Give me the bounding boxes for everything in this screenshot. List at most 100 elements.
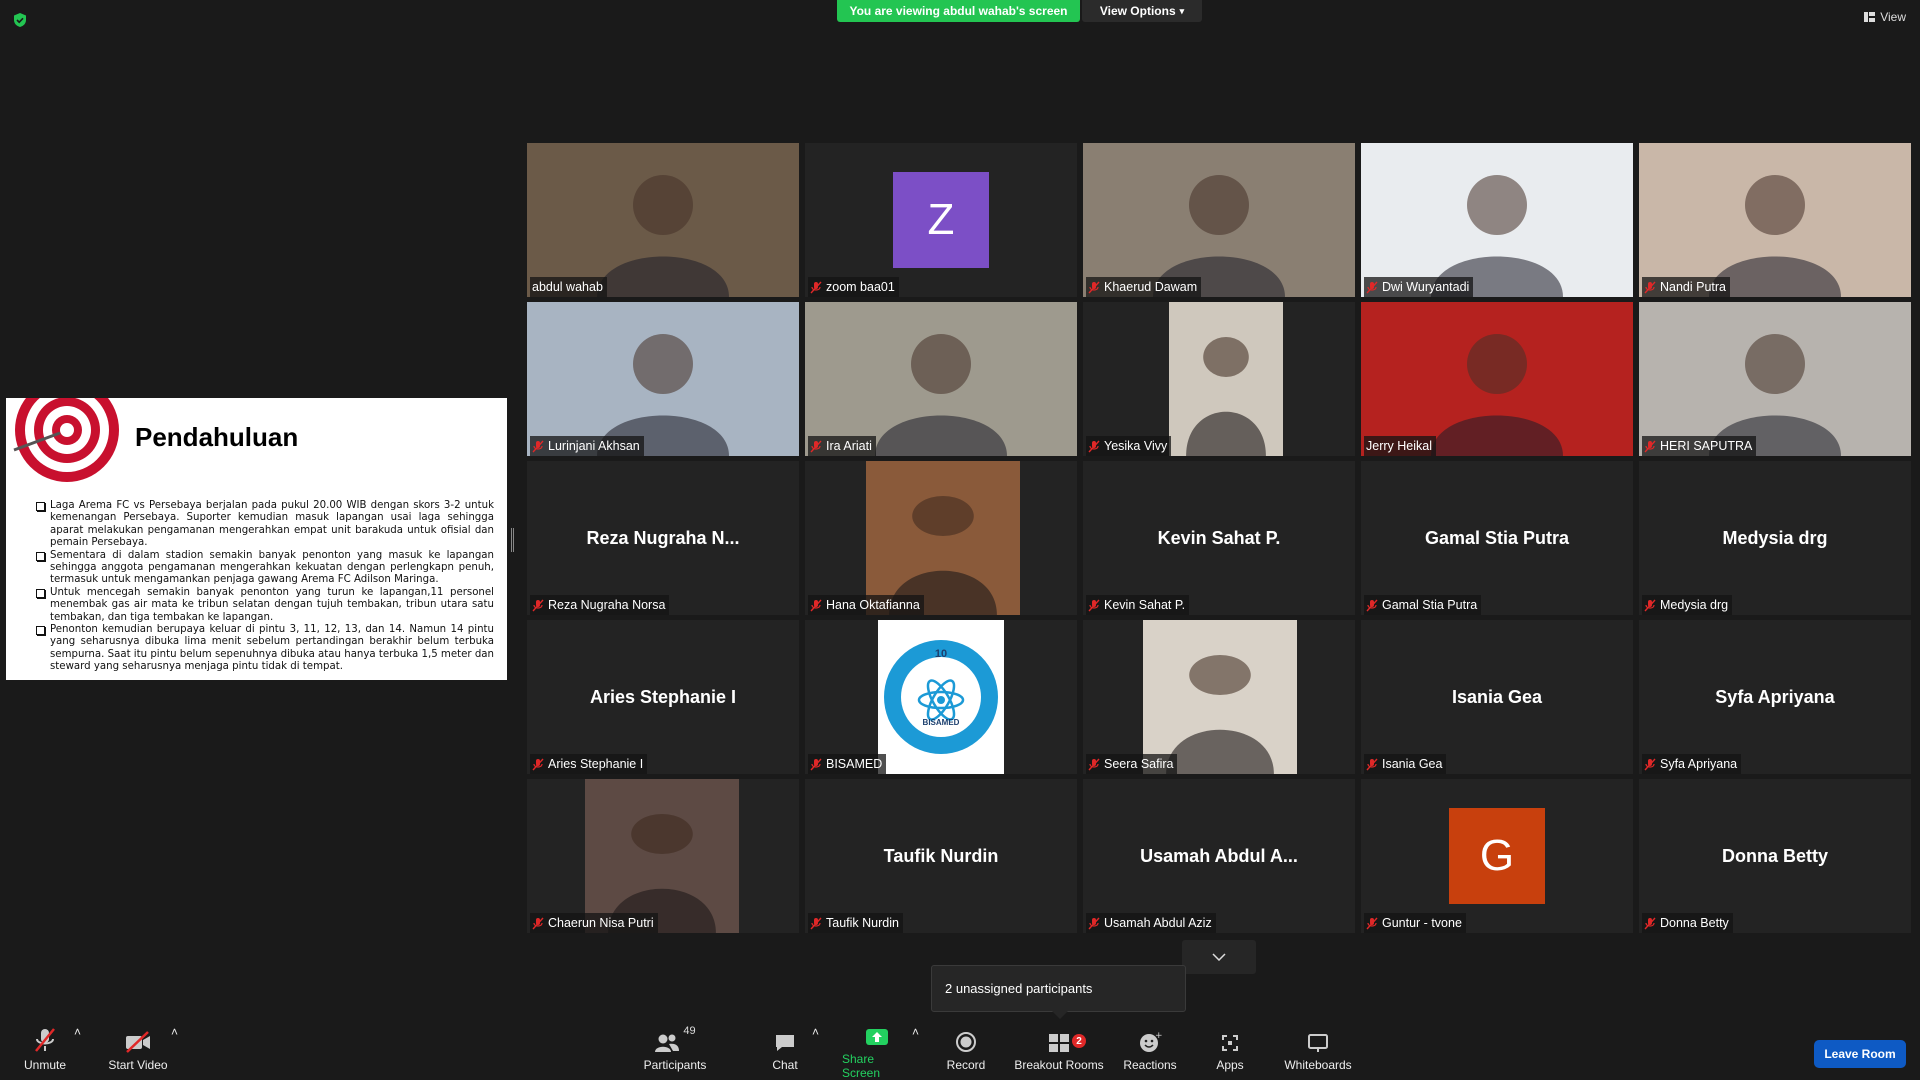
share-options-caret[interactable]: ˄ <box>912 1025 919 1080</box>
collapse-gallery-button[interactable] <box>1182 940 1256 974</box>
participant-display-name: Medysia drg <box>1722 527 1828 548</box>
participant-photo <box>866 461 1020 615</box>
participant-display-name: Reza Nugraha N... <box>586 527 740 548</box>
breakout-rooms-button[interactable]: 2 Breakout Rooms <box>1014 1025 1104 1080</box>
participant-tile[interactable]: Kevin Sahat P. Kevin Sahat P. <box>1083 461 1355 615</box>
participant-name-label: Reza Nugraha Norsa <box>530 595 670 615</box>
chat-icon <box>776 1035 794 1051</box>
participant-tile[interactable]: Syfa Apriyana Syfa Apriyana <box>1639 620 1911 774</box>
participant-name-label: Donna Betty <box>1642 913 1733 933</box>
participant-name: Ira Ariati <box>826 439 872 453</box>
participant-tile[interactable]: HERI SAPUTRA <box>1639 302 1911 456</box>
participant-display-name: Gamal Stia Putra <box>1424 527 1570 548</box>
participant-tile[interactable]: Nandi Putra <box>1639 143 1911 297</box>
participant-name-label: Guntur - tvone <box>1364 913 1466 933</box>
participant-tile[interactable]: Usamah Abdul A... Usamah Abdul Aziz <box>1083 779 1355 933</box>
participant-name-label: Kevin Sahat P. <box>1086 595 1190 615</box>
participant-tile[interactable]: Hana Oktafianna <box>805 461 1077 615</box>
view-label: View <box>1880 10 1906 24</box>
unassigned-participants-tooltip[interactable]: 2 unassigned participants <box>931 965 1186 1019</box>
reactions-button[interactable]: + Reactions <box>1122 1025 1178 1080</box>
participant-tile[interactable]: Ira Ariati <box>805 302 1077 456</box>
participant-video <box>805 302 1077 456</box>
participant-tile[interactable]: Aries Stephanie I Aries Stephanie I <box>527 620 799 774</box>
participant-tile[interactable]: Isania Gea Isania Gea <box>1361 620 1633 774</box>
participant-display-name: Aries Stephanie I <box>589 686 737 707</box>
audio-options-caret[interactable]: ˄ <box>74 1025 81 1080</box>
participant-video <box>1639 302 1911 456</box>
participants-button[interactable]: 49 Participants <box>640 1025 710 1080</box>
mic-muted-icon <box>1644 599 1656 611</box>
participant-tile[interactable]: Taufik Nurdin Taufik Nurdin <box>805 779 1077 933</box>
participant-tile[interactable]: Chaerun Nisa Putri <box>527 779 799 933</box>
participant-tile[interactable]: abdul wahab <box>527 143 799 297</box>
participant-name-label: Taufik Nurdin <box>808 913 903 933</box>
participant-tile[interactable]: Yesika Vivy <box>1083 302 1355 456</box>
slide-bullet: Untuk mencegah semakin banyak penonton y… <box>36 587 494 624</box>
participant-name: BISAMED <box>826 757 883 771</box>
participant-tile[interactable]: 10 BISAMED BISAMED <box>805 620 1077 774</box>
person-silhouette-icon <box>608 814 716 933</box>
chat-button[interactable]: Chat <box>770 1025 800 1080</box>
participant-video <box>1083 143 1355 297</box>
mic-muted-icon <box>810 281 822 293</box>
participant-tile[interactable]: Khaerud Dawam <box>1083 143 1355 297</box>
participant-name: Yesika Vivy <box>1104 439 1168 453</box>
start-video-button[interactable]: Start Video <box>106 1025 170 1080</box>
whiteboards-button[interactable]: Whiteboards <box>1282 1025 1354 1080</box>
split-resize-handle[interactable] <box>511 528 514 552</box>
view-options-button[interactable]: View Options ▾ <box>1082 0 1202 22</box>
participant-tile[interactable]: G Guntur - tvone <box>1361 779 1633 933</box>
participant-tile[interactable]: Medysia drg Medysia drg <box>1639 461 1911 615</box>
person-silhouette-icon <box>1709 175 1841 297</box>
participant-avatar: G <box>1449 808 1545 904</box>
share-screen-button[interactable]: Share Screen <box>842 1025 912 1080</box>
participant-name-label: Yesika Vivy <box>1086 436 1172 456</box>
breakout-rooms-label: Breakout Rooms <box>1014 1058 1104 1072</box>
breakout-rooms-icon <box>1049 1034 1069 1052</box>
participant-name: Guntur - tvone <box>1382 916 1462 930</box>
participant-photo <box>585 779 739 933</box>
video-off-icon <box>126 1031 150 1053</box>
logo-number: 10 <box>934 648 948 660</box>
participant-tile[interactable]: Gamal Stia Putra Gamal Stia Putra <box>1361 461 1633 615</box>
participant-name-label: Medysia drg <box>1642 595 1733 615</box>
participant-name: Dwi Wuryantadi <box>1382 280 1470 294</box>
participant-tile[interactable]: Dwi Wuryantadi <box>1361 143 1633 297</box>
screen-share-banner: You are viewing abdul wahab's screen <box>837 0 1080 22</box>
leave-room-button[interactable]: Leave Room <box>1814 1040 1906 1068</box>
mic-off-icon <box>35 1028 55 1052</box>
participant-name: Kevin Sahat P. <box>1104 598 1186 612</box>
target-icon <box>13 398 119 482</box>
apps-icon <box>1222 1035 1238 1051</box>
participant-tile[interactable]: Lurinjani Akhsan <box>527 302 799 456</box>
participant-name: Medysia drg <box>1660 598 1729 612</box>
participant-tile[interactable]: Jerry Heikal <box>1361 302 1633 456</box>
participant-video <box>1361 302 1633 456</box>
security-shield-icon[interactable] <box>12 12 28 28</box>
participant-avatar: Z <box>893 172 989 268</box>
participant-tile[interactable]: Zzoom baa01 <box>805 143 1077 297</box>
mic-muted-icon <box>1088 281 1100 293</box>
person-silhouette-icon <box>1709 334 1841 456</box>
logo-caption: BISAMED <box>922 718 960 727</box>
unmute-button[interactable]: Unmute <box>20 1025 70 1080</box>
slide-bullets: Laga Arema FC vs Persebaya berjalan pada… <box>36 500 494 674</box>
participant-tile[interactable]: Seera Safira <box>1083 620 1355 774</box>
person-silhouette-icon <box>597 334 729 456</box>
participants-count: 49 <box>683 1025 696 1037</box>
video-options-caret[interactable]: ˄ <box>171 1025 178 1080</box>
participant-tile[interactable]: Donna Betty Donna Betty <box>1639 779 1911 933</box>
participant-name-label: BISAMED <box>808 754 887 774</box>
apps-button[interactable]: Apps <box>1212 1025 1248 1080</box>
participant-name-label: Hana Oktafianna <box>808 595 924 615</box>
chat-options-caret[interactable]: ˄ <box>812 1025 819 1080</box>
breakout-rooms-badge: 2 <box>1072 1034 1086 1048</box>
record-button[interactable]: Record <box>946 1025 986 1080</box>
reactions-label: Reactions <box>1123 1058 1177 1072</box>
view-button[interactable]: View <box>1864 10 1906 24</box>
participant-tile[interactable]: Reza Nugraha N... Reza Nugraha Norsa <box>527 461 799 615</box>
participant-logo: 10 BISAMED <box>878 620 1004 774</box>
participant-name: HERI SAPUTRA <box>1660 439 1753 453</box>
participant-name: Gamal Stia Putra <box>1382 598 1478 612</box>
